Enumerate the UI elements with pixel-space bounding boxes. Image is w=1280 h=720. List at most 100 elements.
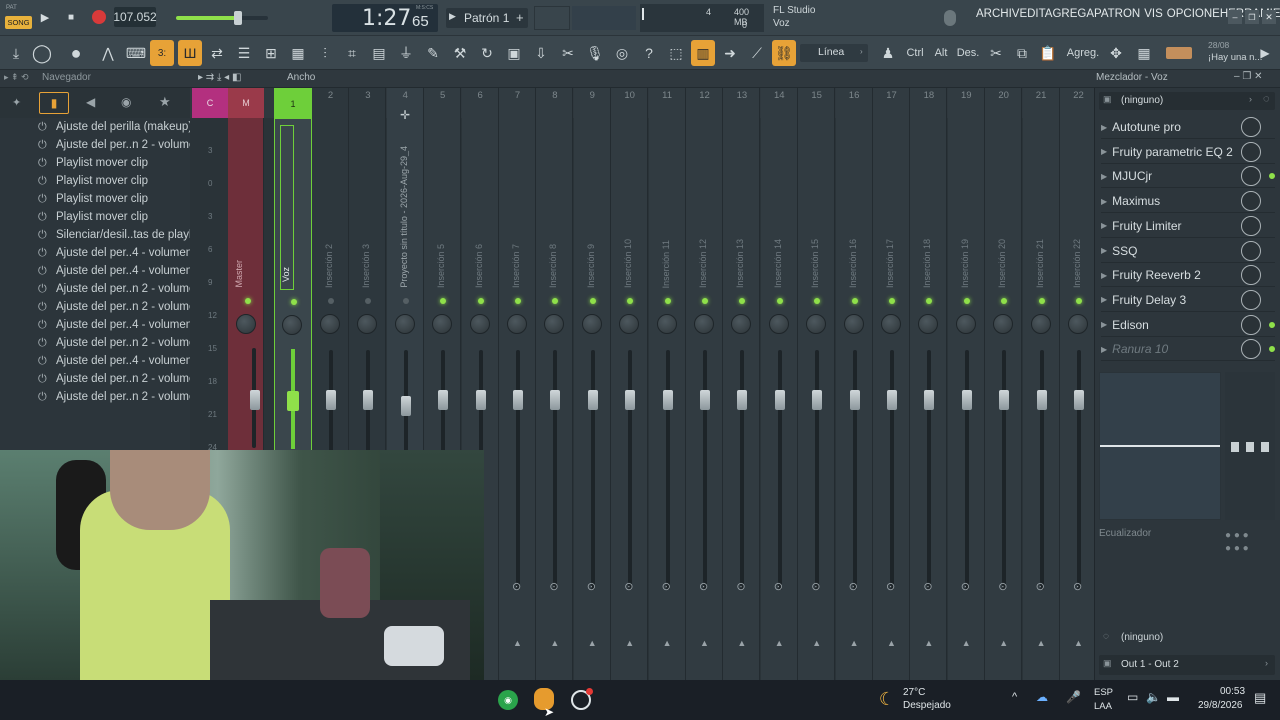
track-led[interactable] xyxy=(776,298,783,304)
track-pan-knob[interactable] xyxy=(1068,314,1088,334)
track-pan-knob[interactable] xyxy=(881,314,901,334)
grid-icon[interactable]: ▦ xyxy=(1132,40,1156,66)
insert-track[interactable]: 11 Inserción 11 ⊙ ▲ xyxy=(648,88,686,680)
track-fader[interactable] xyxy=(438,390,449,410)
send-knob-icon[interactable]: ⊙ xyxy=(587,580,596,593)
track-pan-knob[interactable] xyxy=(1030,314,1051,334)
history-item[interactable]: ⏻ Playlist mover clip xyxy=(38,154,148,172)
output-none[interactable]: ◌ (ninguno) xyxy=(1099,628,1275,648)
fx-slot[interactable]: ▶ Maximus xyxy=(1101,190,1275,214)
move-icon[interactable]: ✥ xyxy=(1104,40,1128,66)
maximize-icon[interactable]: ❐ xyxy=(1245,10,1259,24)
download-icon[interactable]: ⤓ xyxy=(4,40,28,66)
track-led[interactable] xyxy=(702,298,708,304)
output-selector[interactable]: ▣ Out 1 - Out 2 › xyxy=(1099,655,1275,675)
settings-circle-icon[interactable]: ◌ xyxy=(1263,93,1270,105)
history-item[interactable]: ⏻ Playlist mover clip xyxy=(38,190,148,208)
menu-opciones[interactable]: OPCIONE xyxy=(1167,8,1220,28)
history-item[interactable]: ⏻ Ajuste del per..n 2 - volumen) xyxy=(38,370,206,388)
track-fader[interactable] xyxy=(849,390,860,410)
track-pan-knob[interactable] xyxy=(432,314,453,334)
route-arrow-icon[interactable]: ▲ xyxy=(999,638,1008,648)
track-fader[interactable] xyxy=(513,390,523,410)
track-led[interactable] xyxy=(402,298,409,304)
fx-slot[interactable]: ▶ Fruity Reeverb 2 xyxy=(1101,264,1275,288)
route-arrow-icon[interactable]: ▲ xyxy=(1037,638,1046,648)
send-knob-icon[interactable]: ⊙ xyxy=(774,580,783,593)
route-arrow-icon[interactable]: ▲ xyxy=(775,638,784,648)
chevron-up-icon[interactable]: ^ xyxy=(1012,691,1017,703)
track-pan-knob[interactable] xyxy=(955,314,976,334)
route-arrow-icon[interactable]: ▲ xyxy=(663,638,672,648)
playlist-icon[interactable]: ☰ xyxy=(232,40,256,66)
wave-tool-icon[interactable]: ⋀ xyxy=(96,40,120,66)
add-pattern-icon[interactable]: + xyxy=(516,10,524,25)
track-fader[interactable] xyxy=(1074,390,1084,410)
web-tab-icon[interactable]: ◉ xyxy=(121,95,131,109)
track-fader[interactable] xyxy=(1036,390,1047,410)
track-pan-knob[interactable] xyxy=(507,314,527,334)
send-knob-icon[interactable]: ⊙ xyxy=(624,580,633,593)
menu-agrega[interactable]: GREGA xyxy=(1052,8,1094,28)
track-fader[interactable] xyxy=(550,390,561,410)
track-led[interactable] xyxy=(739,298,746,304)
chat-icon[interactable]: ◎ xyxy=(610,40,634,66)
fx-slot[interactable]: ▶ Ranura 10 xyxy=(1101,338,1275,362)
voz-fader[interactable] xyxy=(287,391,299,411)
history-item[interactable]: ⏻ Ajuste del per..4 - volumen) xyxy=(38,244,196,262)
send-knob-icon[interactable]: ⊙ xyxy=(811,580,820,593)
refresh-icon[interactable]: ↻ xyxy=(475,40,499,66)
send-knob-icon[interactable]: ⊙ xyxy=(1073,580,1082,593)
send-knob-icon[interactable]: ⊙ xyxy=(662,580,671,593)
fx-mix-knob[interactable] xyxy=(1241,265,1261,286)
pencil-icon[interactable]: ✎ xyxy=(421,40,445,66)
song-mode-badge[interactable]: SONG xyxy=(5,16,32,29)
speaker-icon[interactable]: 🔈 xyxy=(1146,690,1161,704)
chrome-icon[interactable]: ◉ xyxy=(498,690,518,710)
notifications-icon[interactable]: ▤ xyxy=(1254,690,1266,706)
track-led[interactable] xyxy=(664,298,671,304)
track-led[interactable] xyxy=(515,298,521,304)
paste-icon[interactable]: 📋 xyxy=(1036,40,1060,66)
fx-slot[interactable]: ▶ Edison xyxy=(1101,314,1275,337)
fx-enable-led[interactable] xyxy=(1269,321,1275,328)
track-pan-knob[interactable] xyxy=(581,314,602,334)
track-led[interactable] xyxy=(552,298,559,304)
route-arrow-icon[interactable]: ▲ xyxy=(1074,638,1083,648)
eq-knobs[interactable]: ● ● ● ● ● ● xyxy=(1225,530,1273,560)
track-pan-knob[interactable] xyxy=(619,314,640,334)
pitch-knob-icon[interactable]: ● xyxy=(64,40,88,66)
mixer-icon[interactable]: ⫶ xyxy=(313,40,337,66)
track-pan-knob[interactable] xyxy=(918,314,939,334)
track-led[interactable] xyxy=(814,298,821,304)
link-icon[interactable]: ⛓ xyxy=(772,40,796,66)
fx-mix-knob[interactable] xyxy=(1241,289,1261,310)
fx-slot[interactable]: ▶ Autotune pro xyxy=(1101,116,1275,139)
insert-track[interactable]: 12 Inserción 12 ⊙ ▲ xyxy=(686,88,723,680)
loop-record-icon[interactable]: ⇄ xyxy=(205,40,229,66)
eq-sliders[interactable] xyxy=(1225,372,1275,520)
fx-enable-led[interactable] xyxy=(1269,173,1275,180)
send-knob-icon[interactable]: ⊙ xyxy=(736,580,745,593)
insert-track[interactable]: 18 Inserción 18 ⊙ ▲ xyxy=(910,88,948,680)
track-fader[interactable] xyxy=(737,390,748,410)
route-arrow-icon[interactable]: ▲ xyxy=(550,638,559,648)
clock-date[interactable]: 29/8/2026 xyxy=(1198,700,1243,711)
plugins-tab-icon[interactable]: ✦ xyxy=(12,96,21,109)
insert-track[interactable]: 8 Inserción 8 ⊙ ▲ xyxy=(536,88,574,680)
fx-mix-knob[interactable] xyxy=(1241,339,1261,360)
track-pan-knob[interactable] xyxy=(544,314,565,334)
master-fader[interactable] xyxy=(250,390,260,410)
scissors-icon[interactable]: ✂ xyxy=(556,40,580,66)
route-arrow-icon[interactable]: ▲ xyxy=(850,638,859,648)
track-led[interactable] xyxy=(851,298,858,304)
track-fader[interactable] xyxy=(774,390,785,410)
insert-track[interactable]: 14 Inserción 14 ⊙ ▲ xyxy=(760,88,798,680)
history-item[interactable]: ⏻ Playlist mover clip xyxy=(38,208,148,226)
track-pan-knob[interactable] xyxy=(320,314,340,334)
arrow-right-icon[interactable]: ➜ xyxy=(718,40,742,66)
insert-track[interactable]: 15 Inserción 15 ⊙ ▲ xyxy=(798,88,836,680)
history-item[interactable]: ⏻ Ajuste del per..n 2 - volumen) xyxy=(38,136,206,154)
fx-mix-knob[interactable] xyxy=(1241,240,1261,261)
fx-mix-knob[interactable] xyxy=(1241,117,1261,137)
